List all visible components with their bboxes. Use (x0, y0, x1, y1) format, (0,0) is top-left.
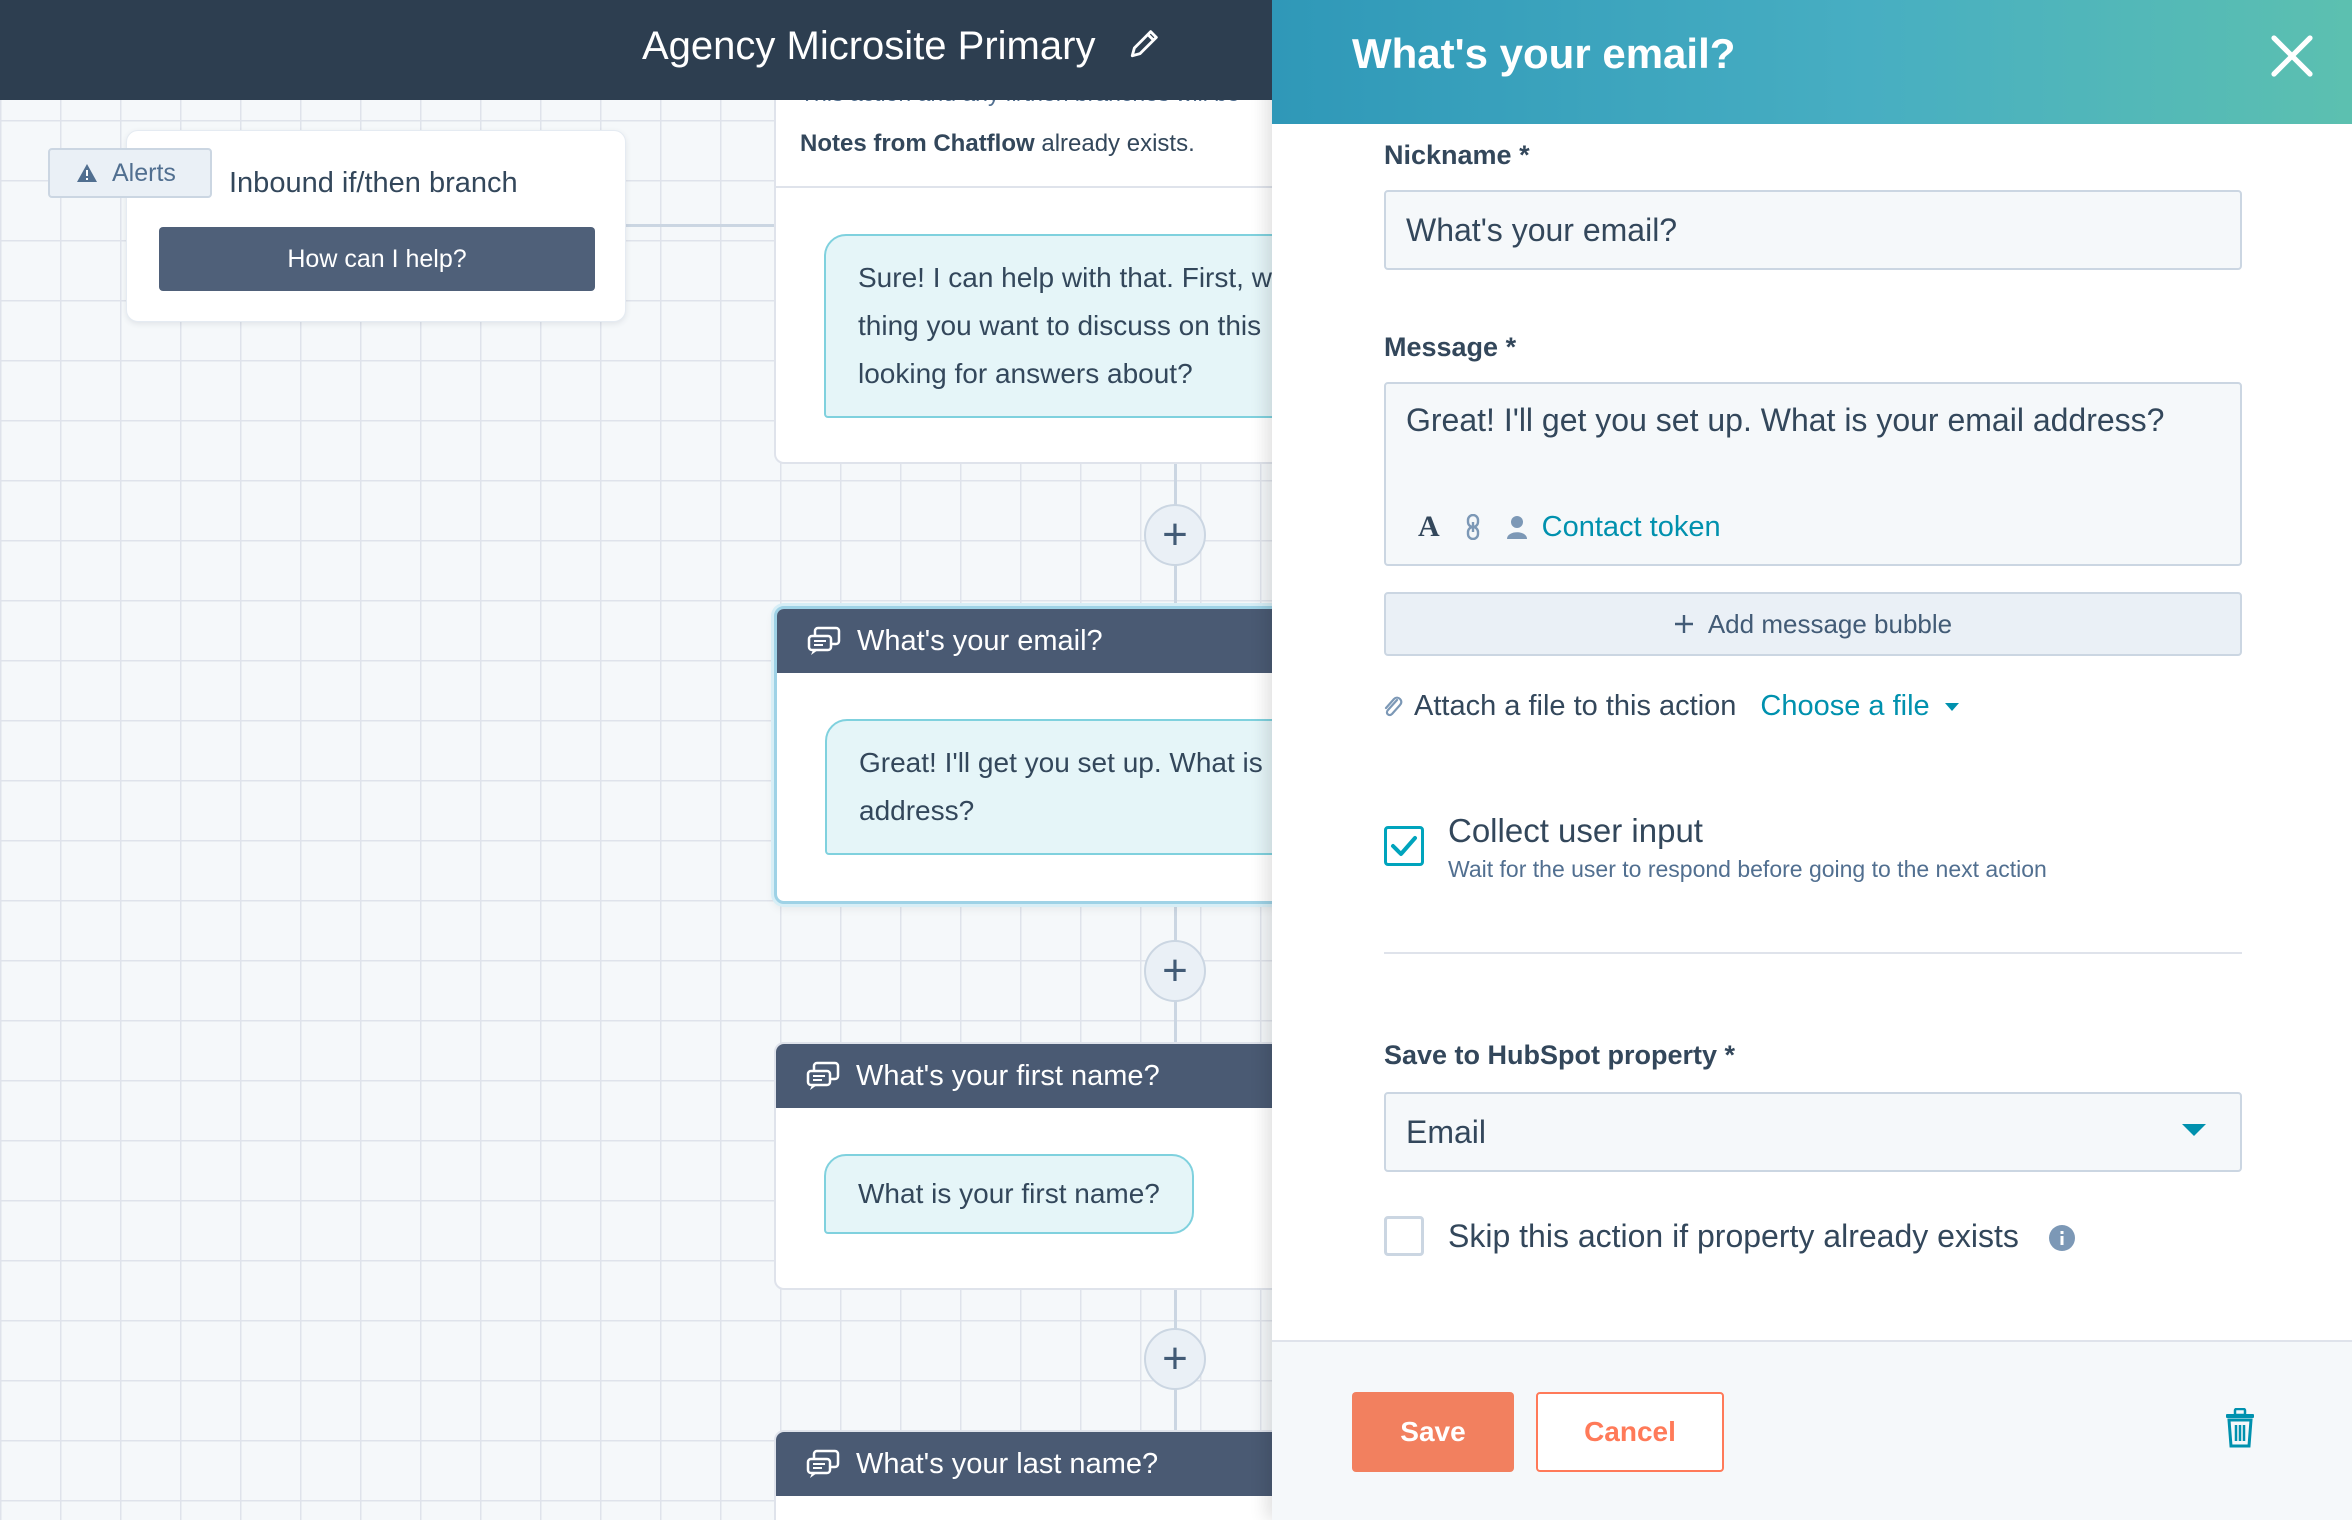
bubble-line: address? (859, 795, 975, 826)
message-label: Message * (1384, 332, 1517, 362)
action-node-first-name[interactable]: What's your first name? What is your fir… (774, 1042, 1272, 1290)
action-edit-panel: What's your email? Nickname * What's you… (1272, 0, 2352, 1520)
checkmark-icon (1391, 836, 1417, 856)
info-icon[interactable] (2048, 1224, 2076, 1252)
cancel-button[interactable]: Cancel (1536, 1392, 1724, 1472)
add-action-button[interactable]: + (1144, 504, 1206, 566)
node-header: What's your first name? (776, 1044, 1272, 1108)
branch-title: Inbound if/then branch (229, 167, 518, 199)
skip-action-checkbox[interactable] (1384, 1216, 1424, 1256)
node-title: What's your email? (857, 624, 1103, 657)
save-button[interactable]: Save (1352, 1392, 1514, 1472)
plus-icon (1674, 615, 1693, 633)
attach-file-row: Attach a file to this action Choose a fi… (1382, 690, 1960, 723)
add-message-bubble-label: Add message bubble (1707, 608, 1953, 639)
message-bubble: Great! I'll get you set up. What is addr… (825, 719, 1272, 855)
choose-file-label: Choose a file (1760, 690, 1930, 722)
save-property-select[interactable]: Email (1384, 1092, 2242, 1172)
contact-token-button[interactable]: Contact token (1506, 511, 1721, 544)
message-editor[interactable]: Great! I'll get you set up. What is your… (1384, 382, 2242, 566)
skip-action-label: Skip this action if property already exi… (1448, 1218, 2019, 1254)
nickname-input[interactable]: What's your email? (1384, 190, 2242, 270)
link-icon[interactable] (1466, 514, 1480, 540)
caret-down-icon (1944, 702, 1959, 711)
bubble-line: What is your first name? (858, 1178, 1160, 1209)
bubble-line: Sure! I can help with that. First, w (858, 262, 1272, 293)
attach-label: Attach a file to this action (1414, 690, 1737, 722)
node-title: What's your last name? (856, 1447, 1159, 1480)
close-icon[interactable] (2268, 32, 2316, 80)
chat-bubbles-icon (807, 626, 841, 655)
collect-input-checkbox[interactable] (1384, 826, 1424, 866)
node-note-rest: already exists. (1034, 130, 1195, 157)
nickname-value: What's your email? (1406, 211, 1678, 248)
save-property-value: Email (1406, 1113, 1487, 1150)
pencil-icon[interactable] (1128, 26, 1162, 60)
node-title: What's your first name? (856, 1059, 1160, 1092)
action-node-email[interactable]: What's your email? Great! I'll get you s… (774, 606, 1272, 904)
action-node-last-name[interactable]: What's your last name? (774, 1430, 1272, 1520)
contact-token-label: Contact token (1541, 510, 1721, 543)
collect-input-title: Collect user input (1448, 812, 1703, 849)
node-header: What's your email? (777, 609, 1272, 673)
panel-title: What's your email? (1352, 30, 1736, 77)
bubble-line: Great! I'll get you set up. What is (859, 747, 1263, 778)
chat-bubbles-icon (806, 1061, 840, 1090)
panel-header: What's your email? (1272, 0, 2352, 124)
alerts-label: Alerts (112, 158, 176, 187)
branch-option-button[interactable]: How can I help? (159, 227, 595, 291)
paperclip-icon (1384, 696, 1403, 716)
choose-file-dropdown[interactable]: Choose a file (1760, 690, 1959, 723)
add-action-button[interactable]: + (1144, 940, 1206, 1002)
add-message-bubble-button[interactable]: Add message bubble (1384, 592, 2242, 656)
chatflow-canvas[interactable]: This action and any if/then branches wil… (0, 0, 1272, 1520)
node-header: What's your last name? (776, 1432, 1272, 1496)
previous-action-node[interactable]: This action and any if/then branches wil… (774, 68, 1272, 464)
chatflow-title: Agency Microsite Primary (642, 24, 1096, 68)
divider (776, 186, 1272, 188)
panel-footer: Save Cancel (1272, 1340, 2352, 1520)
warning-icon (77, 164, 97, 182)
message-toolbar: A Contact token (1418, 510, 1721, 544)
alerts-tab[interactable]: Alerts (48, 148, 212, 198)
section-divider (1384, 952, 2242, 954)
chat-bubbles-icon (806, 1449, 840, 1478)
add-action-button[interactable]: + (1144, 1328, 1206, 1390)
person-icon (1506, 516, 1527, 539)
message-bubble: Sure! I can help with that. First, w thi… (824, 234, 1272, 418)
branch-connector (626, 224, 776, 227)
bubble-line: thing you want to discuss on this (858, 310, 1262, 341)
trash-icon[interactable] (2222, 1408, 2258, 1448)
save-property-label: Save to HubSpot property * (1384, 1040, 1736, 1070)
message-value: Great! I'll get you set up. What is your… (1406, 402, 2165, 438)
bubble-line: looking for answers about? (858, 358, 1193, 389)
node-note-bold: Notes from Chatflow (800, 130, 1035, 157)
message-bubble: What is your first name? (824, 1154, 1194, 1234)
text-format-icon[interactable]: A (1418, 510, 1440, 544)
caret-down-icon (2182, 1124, 2206, 1136)
chatflow-topbar: Agency Microsite Primary (0, 0, 1272, 100)
nickname-label: Nickname * (1384, 140, 1530, 170)
node-note: Notes from Chatflow already exists. (800, 130, 1195, 158)
collect-input-subtitle: Wait for the user to respond before goin… (1448, 856, 2047, 882)
